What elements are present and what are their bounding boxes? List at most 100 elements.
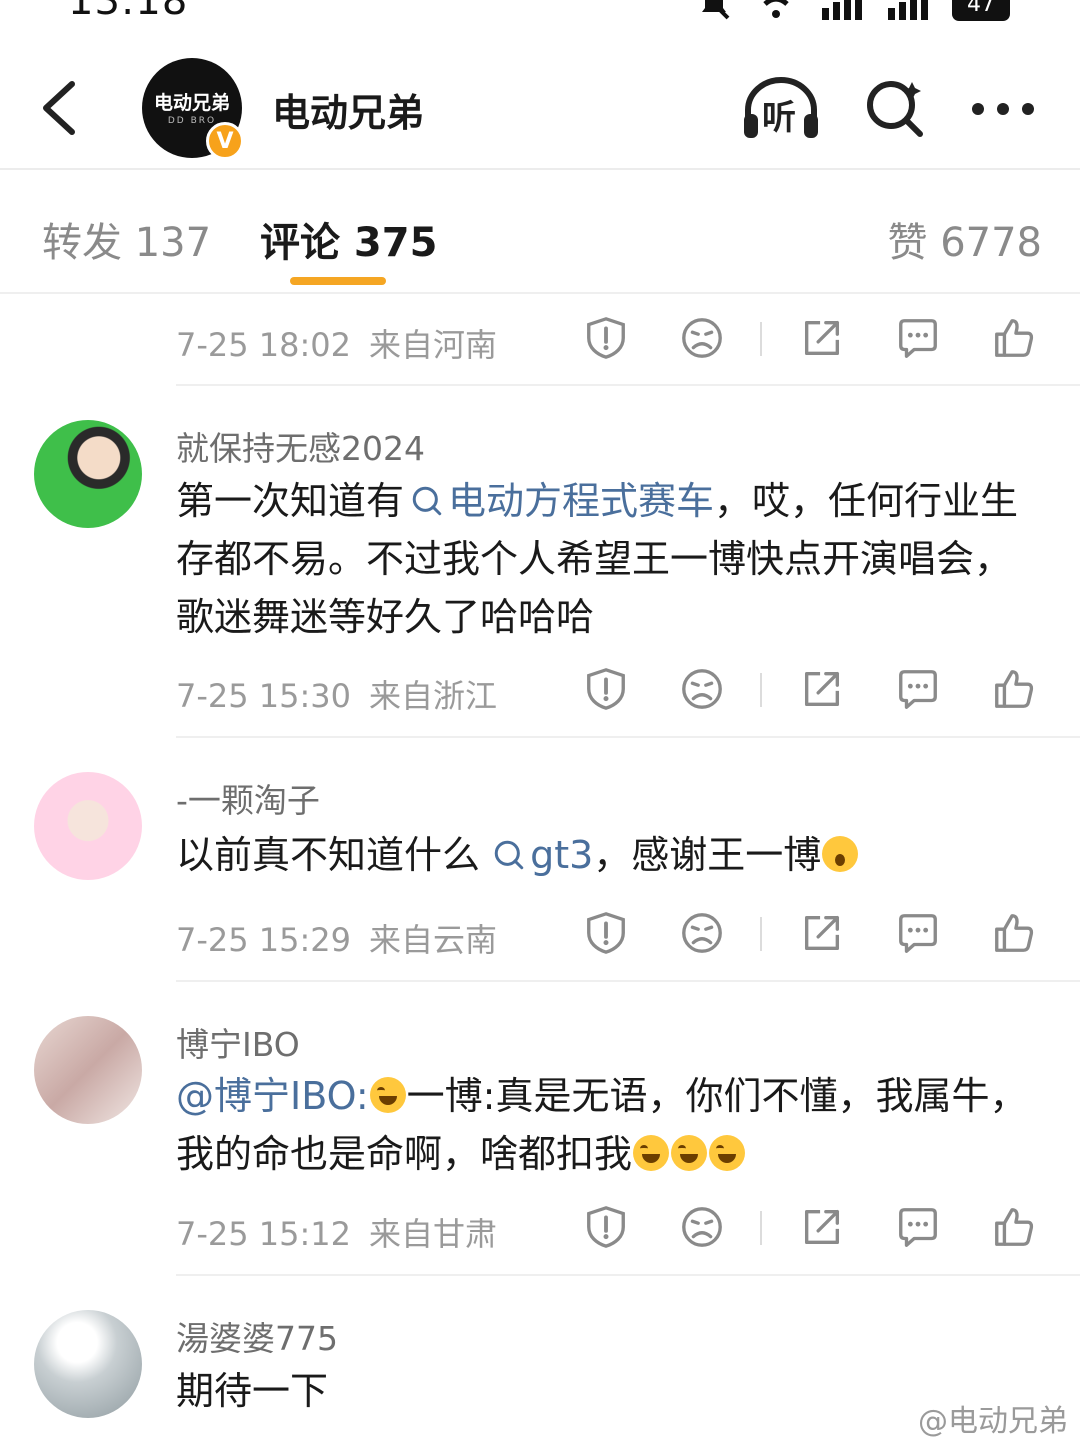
search-button[interactable] — [854, 76, 936, 142]
row-divider — [176, 1274, 1080, 1276]
row-divider — [176, 384, 1080, 386]
mute-icon — [702, 0, 730, 20]
tab-comments[interactable]: 评论 375 — [260, 210, 437, 268]
like-button[interactable] — [986, 310, 1042, 366]
report-button[interactable] — [578, 310, 634, 366]
comment-text-part: ，感谢王一博 — [593, 833, 822, 877]
dislike-button[interactable] — [674, 661, 730, 717]
share-icon — [799, 910, 845, 956]
like-button[interactable] — [986, 1199, 1042, 1255]
report-icon — [583, 666, 629, 712]
report-icon — [583, 910, 629, 956]
comment-time: 7-25 15:29 — [176, 921, 352, 959]
comment-bubble-icon — [895, 910, 941, 956]
topic-link[interactable]: gt3 — [492, 833, 593, 877]
avatar-logo-text: 电动兄弟 — [153, 92, 230, 114]
comment-location: 来自浙江 — [369, 677, 498, 715]
share-button[interactable] — [794, 661, 850, 717]
avatar[interactable] — [34, 1310, 142, 1418]
avatar[interactable] — [34, 772, 142, 880]
comment-time: 7-25 18:02 — [176, 326, 352, 364]
share-icon — [799, 666, 845, 712]
row-divider — [176, 980, 1080, 982]
verified-badge-icon: V — [206, 122, 244, 160]
chevron-left-icon — [43, 81, 75, 135]
action-separator — [760, 917, 762, 951]
thumbs-up-icon — [991, 910, 1037, 956]
comment-location: 来自云南 — [369, 921, 498, 959]
report-icon — [583, 1204, 629, 1250]
surprised-emoji-icon — [822, 836, 859, 872]
report-button[interactable] — [578, 1199, 634, 1255]
action-separator — [760, 1211, 762, 1245]
avatar[interactable] — [34, 1016, 142, 1124]
laugh-cry-emoji-icon — [709, 1135, 746, 1171]
comment-username[interactable]: 博宁IBO — [176, 1018, 300, 1066]
reply-button[interactable] — [890, 1199, 946, 1255]
laugh-cry-emoji-icon — [369, 1077, 406, 1113]
search-icon — [867, 81, 923, 137]
mention-link[interactable]: @博宁IBO: — [176, 1074, 369, 1118]
share-button[interactable] — [794, 310, 850, 366]
comment-text: 期待一下 — [176, 1369, 329, 1413]
comment-meta: 7-25 18:02 来自河南 — [176, 320, 497, 366]
comment-location: 来自河南 — [369, 326, 498, 364]
comment-bubble-icon — [895, 315, 941, 361]
dislike-button[interactable] — [674, 905, 730, 961]
topic-search-icon — [492, 838, 526, 872]
thumbs-up-icon — [991, 1204, 1037, 1250]
dislike-face-icon — [679, 666, 725, 712]
action-separator — [760, 322, 762, 356]
back-button[interactable] — [36, 78, 86, 138]
signal-icon-2 — [888, 0, 928, 20]
more-button[interactable] — [962, 76, 1044, 142]
dislike-button[interactable] — [674, 310, 730, 366]
more-dots-icon — [972, 103, 1034, 115]
topic-link[interactable]: 电动方程式赛车 — [404, 479, 714, 523]
tabs-divider — [0, 292, 1080, 294]
like-button[interactable] — [986, 905, 1042, 961]
tab-likes[interactable]: 赞 6778 — [887, 210, 1042, 268]
thumbs-up-icon — [991, 315, 1037, 361]
dislike-button[interactable] — [674, 1199, 730, 1255]
laugh-cry-emoji-icon — [633, 1135, 670, 1171]
dislike-face-icon — [679, 315, 725, 361]
report-button[interactable] — [578, 661, 634, 717]
tab-active-indicator — [290, 277, 386, 285]
share-icon — [799, 315, 845, 361]
topic-label: gt3 — [530, 833, 594, 877]
comment-text: 第一次知道有 电动方程式赛车，哎，任何行业生存都不易。不过我个人希望王一博快点开演… — [176, 472, 1046, 646]
reply-button[interactable] — [890, 661, 946, 717]
comment-location: 来自甘肃 — [369, 1215, 498, 1253]
report-button[interactable] — [578, 905, 634, 961]
comment-bubble-icon — [895, 666, 941, 712]
comment-meta: 7-25 15:30 来自浙江 — [176, 671, 497, 717]
topic-label: 电动方程式赛车 — [448, 479, 715, 523]
share-button[interactable] — [794, 1199, 850, 1255]
reply-button[interactable] — [890, 310, 946, 366]
action-separator — [760, 673, 762, 707]
dislike-face-icon — [679, 1204, 725, 1250]
avatar[interactable] — [34, 420, 142, 528]
watermark: @电动兄弟 — [918, 1404, 1068, 1439]
like-button[interactable] — [986, 661, 1042, 717]
wifi-icon — [763, 0, 789, 18]
page-title: 电动兄弟 — [272, 91, 425, 135]
share-button[interactable] — [794, 905, 850, 961]
comment-username[interactable]: 就保持无感2024 — [176, 422, 425, 470]
reply-button[interactable] — [890, 905, 946, 961]
row-divider — [176, 736, 1080, 738]
comment-bubble-icon — [895, 1204, 941, 1250]
status-time: 13:18 — [68, 0, 189, 24]
listen-button[interactable]: 听 — [740, 76, 822, 142]
laugh-cry-emoji-icon — [671, 1135, 708, 1171]
tab-reposts[interactable]: 转发 137 — [42, 210, 211, 268]
listen-label: 听 — [762, 98, 796, 138]
comment-text: @博宁IBO: 一博:真是无语，你们不懂，我属牛，我的命也是命啊，啥都扣我 — [176, 1067, 1046, 1183]
comment-username[interactable]: 湯婆婆775 — [176, 1312, 338, 1360]
comment-username[interactable]: -一颗淘子 — [176, 774, 320, 822]
share-icon — [799, 1204, 845, 1250]
comment-time: 7-25 15:12 — [176, 1215, 352, 1253]
dislike-face-icon — [679, 910, 725, 956]
comment-text-part: 第一次知道有 — [176, 479, 405, 523]
